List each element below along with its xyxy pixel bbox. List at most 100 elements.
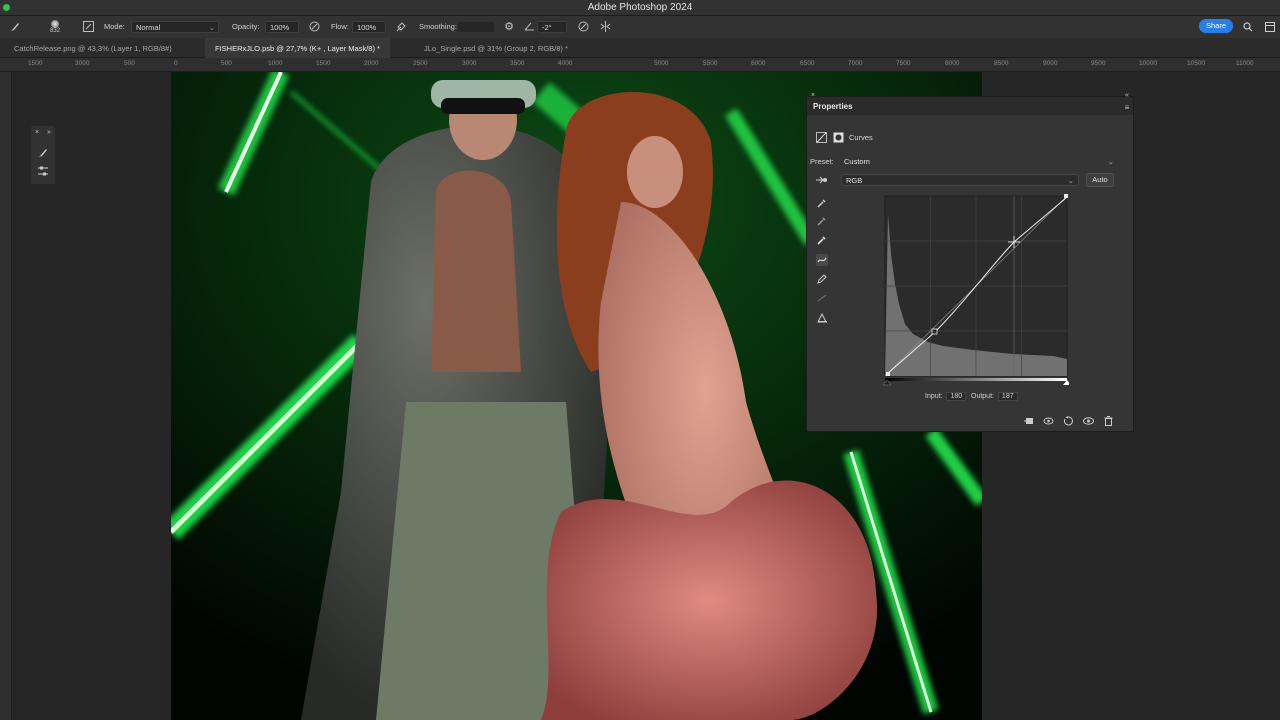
pencil-draw-icon[interactable] <box>816 273 828 285</box>
ruler-label: 10500 <box>1187 60 1206 67</box>
tab-jlo-single[interactable]: JLo_Single.psd @ 31% (Group 2, RGB/8) * <box>414 38 578 58</box>
clipping-warning-icon[interactable] <box>816 312 828 324</box>
channel-select[interactable]: RGB ⌄ <box>841 174 1079 186</box>
app-title: Adobe Photoshop 2024 <box>587 2 693 13</box>
vertical-ruler <box>0 72 12 720</box>
preset-select[interactable]: Custom ⌄ <box>839 155 1119 167</box>
pressure-size-icon[interactable] <box>577 20 589 32</box>
flow-field[interactable]: 100% <box>352 21 386 33</box>
chevron-down-icon: ⌄ <box>1107 157 1114 166</box>
ruler-label: 7000 <box>848 60 863 67</box>
brush-preset-picker[interactable]: 832 <box>44 17 66 37</box>
brush-tool-icon[interactable] <box>36 146 50 160</box>
pressure-opacity-icon[interactable] <box>308 20 320 32</box>
channel-value: RGB <box>846 176 863 185</box>
title-bar: Adobe Photoshop 2024 <box>0 0 1280 16</box>
ruler-label: 1500 <box>316 60 331 67</box>
ruler-label: 1000 <box>268 60 283 67</box>
workspace-icon[interactable] <box>1264 20 1276 34</box>
ruler-label: 6000 <box>751 60 766 67</box>
panel-menu-icon[interactable]: ≡ <box>1122 102 1132 112</box>
properties-title: Properties <box>807 97 1133 115</box>
ruler-label: 2500 <box>413 60 428 67</box>
ruler-label: 3000 <box>462 60 477 67</box>
close-icon[interactable]: × <box>809 91 817 99</box>
opacity-label: Opacity: <box>232 22 260 31</box>
target-adjust-icon[interactable] <box>814 174 828 186</box>
search-icon[interactable] <box>1242 20 1254 34</box>
ruler-label: 9000 <box>1043 60 1058 67</box>
input-readout: Input: 180 <box>925 392 967 401</box>
mode-select[interactable]: Normal ⌄ <box>131 21 219 33</box>
curve-point-tool-icon[interactable] <box>816 254 828 266</box>
horizontal-ruler: 1500 3000 500 0 500 1000 1500 2000 2500 … <box>0 58 1280 72</box>
share-button[interactable]: Share <box>1199 19 1233 33</box>
close-icon[interactable]: × <box>33 128 41 136</box>
chevron-down-icon: ⌄ <box>1067 176 1074 185</box>
woman-face <box>627 136 683 208</box>
collapse-icon[interactable]: « <box>1122 91 1132 99</box>
ruler-label: 1500 <box>28 60 43 67</box>
white-point-eyedropper-icon[interactable] <box>816 234 828 246</box>
view-previous-icon[interactable] <box>1042 415 1054 427</box>
input-value-field[interactable]: 180 <box>946 392 967 401</box>
opacity-value: 100% <box>270 23 290 32</box>
curves-graph[interactable] <box>883 194 1069 386</box>
ruler-label: 8000 <box>945 60 960 67</box>
output-value-field[interactable]: 187 <box>997 392 1018 401</box>
ruler-label: 8500 <box>994 60 1009 67</box>
fur-wrap <box>541 480 878 720</box>
ruler-label: 0 <box>174 60 178 67</box>
gray-point-eyedropper-icon[interactable] <box>816 215 828 227</box>
preset-label: Preset: <box>810 157 834 166</box>
input-label: Input: <box>925 393 943 400</box>
angle-field[interactable]: -2° <box>537 21 567 33</box>
flow-label: Flow: <box>331 22 349 31</box>
layer-mask-icon[interactable] <box>832 131 844 143</box>
brush-icon[interactable] <box>8 20 22 34</box>
output-label: Output: <box>971 393 994 400</box>
trash-icon[interactable] <box>1102 415 1114 427</box>
ruler-label: 9500 <box>1091 60 1106 67</box>
ruler-label: 500 <box>221 60 232 67</box>
angle-icon <box>523 20 535 32</box>
mode-value: Normal <box>136 23 161 32</box>
curve-point[interactable] <box>931 328 938 335</box>
document-tabs: CatchRelease.png @ 43,3% (Layer 1, RGB/8… <box>0 38 1280 58</box>
options-bar: 832 Mode: Normal ⌄ Opacity: 100% Flow: 10… <box>0 16 1280 38</box>
ruler-label: 5000 <box>654 60 669 67</box>
ruler-label: 3000 <box>75 60 90 67</box>
smoothing-field[interactable] <box>457 21 495 33</box>
symmetry-icon[interactable] <box>599 20 611 32</box>
tab-catchrelease[interactable]: CatchRelease.png @ 43,3% (Layer 1, RGB/8… <box>4 38 182 58</box>
ruler-label: 6500 <box>800 60 815 67</box>
angle-value: -2° <box>542 23 552 32</box>
adjustments-tool-icon[interactable] <box>36 164 50 178</box>
chevron-down-icon: ⌄ <box>208 23 215 32</box>
brush-size: 832 <box>49 28 60 34</box>
collapse-icon[interactable]: » <box>45 128 53 136</box>
reset-icon[interactable] <box>1062 415 1074 427</box>
smooth-curve-icon[interactable] <box>816 292 828 304</box>
visibility-eye-icon[interactable] <box>1082 415 1094 427</box>
ruler-label: 500 <box>124 60 135 67</box>
properties-title-text: Properties <box>813 102 853 111</box>
clip-to-layer-icon[interactable] <box>1022 415 1034 427</box>
ruler-label: 7500 <box>896 60 911 67</box>
ruler-label: 11000 <box>1236 60 1254 67</box>
floating-toolbox: × » <box>31 126 55 184</box>
curves-adjustment-icon <box>815 131 827 143</box>
tab-fisherxjlo[interactable]: FISHERxJLO.psb @ 27,7% (K+ , Layer Mask/… <box>205 38 390 58</box>
curve-endpoint-black[interactable] <box>886 372 890 376</box>
flow-value: 100% <box>357 23 377 32</box>
brush-settings-icon[interactable] <box>82 20 94 32</box>
adjustment-name: Curves <box>849 133 873 142</box>
airbrush-icon[interactable] <box>395 20 407 32</box>
gear-icon[interactable]: ⚙ <box>503 20 515 33</box>
curve-endpoint-white[interactable] <box>1064 194 1068 198</box>
ruler-label: 10000 <box>1139 60 1158 67</box>
auto-button[interactable]: Auto <box>1086 173 1114 187</box>
black-point-eyedropper-icon[interactable] <box>816 197 828 209</box>
opacity-field[interactable]: 100% <box>265 21 299 33</box>
ruler-label: 5500 <box>703 60 718 67</box>
